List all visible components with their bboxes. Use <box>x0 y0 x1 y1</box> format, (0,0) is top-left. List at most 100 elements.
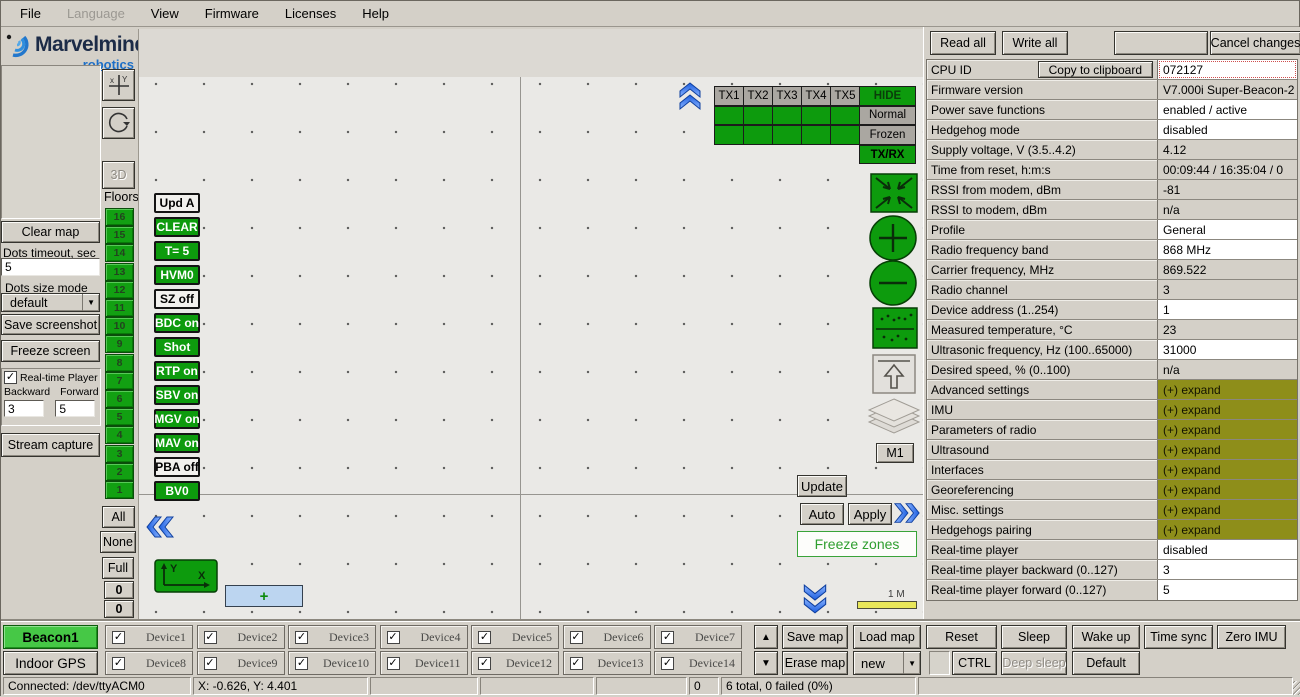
freeze-screen-button[interactable]: Freeze screen <box>1 340 100 362</box>
zoom-in-button[interactable] <box>869 215 917 261</box>
param-value[interactable]: (+) expand <box>1158 460 1297 479</box>
param-value[interactable]: (+) expand <box>1158 500 1297 519</box>
param-value[interactable]: General <box>1158 220 1297 239</box>
tx-header-tx2[interactable]: TX2 <box>743 86 773 106</box>
device-checkbox[interactable]: ✓ <box>112 631 125 644</box>
overlay-button-t-5[interactable]: T= 5 <box>154 241 200 261</box>
erase-map-button[interactable]: Erase map <box>782 651 848 675</box>
param-value[interactable]: 1 <box>1158 300 1297 319</box>
device-toggle-device8[interactable]: ✓Device8 <box>105 651 193 675</box>
device-checkbox[interactable]: ✓ <box>570 657 583 670</box>
default-button[interactable]: Default <box>1072 651 1140 675</box>
empty-button[interactable] <box>1114 31 1208 55</box>
floor-button-4[interactable]: 4 <box>105 426 134 444</box>
param-value[interactable]: 4.12 <box>1158 140 1297 159</box>
tx-cell-tx5-r2[interactable] <box>830 125 860 145</box>
param-value[interactable]: 072127 <box>1158 60 1297 79</box>
tx-header-tx4[interactable]: TX4 <box>801 86 831 106</box>
device-checkbox[interactable]: ✓ <box>661 631 674 644</box>
save-screenshot-button[interactable]: Save screenshot <box>1 314 100 335</box>
floor-button-16[interactable]: 16 <box>105 208 134 226</box>
upload-map-button[interactable] <box>872 354 916 394</box>
floor-button-10[interactable]: 10 <box>105 317 134 335</box>
param-value[interactable]: 868 MHz <box>1158 240 1297 259</box>
tx-cell-tx4-r1[interactable] <box>801 106 831 126</box>
m1-button[interactable]: M1 <box>876 443 914 463</box>
map-canvas[interactable]: Upd ACLEART= 5HVM0SZ offBDC onShotRTP on… <box>138 29 923 621</box>
device-toggle-device14[interactable]: ✓Device14 <box>654 651 742 675</box>
device-toggle-device11[interactable]: ✓Device11 <box>380 651 468 675</box>
indoor-gps-tab[interactable]: Indoor GPS <box>3 651 98 675</box>
param-value[interactable]: n/a <box>1158 360 1297 379</box>
floor-button-9[interactable]: 9 <box>105 335 134 353</box>
device-toggle-device6[interactable]: ✓Device6 <box>563 625 651 649</box>
menu-item-file[interactable]: File <box>7 1 54 26</box>
zoom-out-button[interactable] <box>869 260 917 306</box>
floor-button-1[interactable]: 1 <box>105 481 134 499</box>
map-orientation-icon[interactable]: Y X <box>154 559 218 593</box>
overlay-button-mgv-on[interactable]: MGV on <box>154 409 200 429</box>
deep-sleep-button[interactable]: Deep sleep <box>1001 651 1067 675</box>
param-value[interactable]: n/a <box>1158 200 1297 219</box>
layers-icon[interactable] <box>865 397 923 441</box>
tx-txrx-button[interactable]: TX/RX <box>859 145 916 165</box>
param-value[interactable]: (+) expand <box>1158 380 1297 399</box>
device-checkbox[interactable]: ✓ <box>661 657 674 670</box>
overlay-button-clear[interactable]: CLEAR <box>154 217 200 237</box>
apply-button[interactable]: Apply <box>848 503 892 525</box>
device-toggle-device7[interactable]: ✓Device7 <box>654 625 742 649</box>
param-value[interactable]: 23 <box>1158 320 1297 339</box>
collapse-left-icon[interactable] <box>145 512 175 542</box>
update-button[interactable]: Update <box>797 475 847 497</box>
overlay-button-upd-a[interactable]: Upd A <box>154 193 200 213</box>
device-toggle-device3[interactable]: ✓Device3 <box>288 625 376 649</box>
param-value[interactable]: V7.000i Super-Beacon-2 <box>1158 80 1297 99</box>
tx-row-label-normal[interactable]: Normal <box>859 106 916 126</box>
tx-cell-tx3-r2[interactable] <box>772 125 802 145</box>
collapse-up-icon[interactable] <box>677 81 703 111</box>
beacon-tab[interactable]: Beacon1 <box>3 625 98 649</box>
param-value[interactable]: disabled <box>1158 540 1297 559</box>
param-value[interactable]: (+) expand <box>1158 520 1297 539</box>
param-value[interactable]: 3 <box>1158 560 1297 579</box>
floors-full-button[interactable]: Full <box>102 557 134 579</box>
device-checkbox[interactable]: ✓ <box>295 631 308 644</box>
param-value[interactable]: -81 <box>1158 180 1297 199</box>
map-select[interactable]: new ▼ <box>853 651 921 675</box>
param-value[interactable]: 00:09:44 / 16:35:04 / 0 <box>1158 160 1297 179</box>
device-toggle-device12[interactable]: ✓Device12 <box>471 651 559 675</box>
copy-to-clipboard-button[interactable]: Copy to clipboard <box>1038 61 1153 78</box>
realtime-player-checkbox[interactable]: ✓ <box>4 371 17 384</box>
floors-none-button[interactable]: None <box>100 531 136 553</box>
zero-imu-button[interactable]: Zero IMU <box>1217 625 1286 649</box>
device-toggle-device4[interactable]: ✓Device4 <box>380 625 468 649</box>
tx-cell-tx2-r1[interactable] <box>743 106 773 126</box>
floor-button-11[interactable]: 11 <box>105 299 134 317</box>
param-value[interactable]: 869.522 <box>1158 260 1297 279</box>
floor-button-2[interactable]: 2 <box>105 463 134 481</box>
dots-timeout-input[interactable] <box>1 258 100 276</box>
floors-all-button[interactable]: All <box>102 506 135 528</box>
overlay-button-bdc-on[interactable]: BDC on <box>154 313 200 333</box>
backward-input[interactable] <box>4 400 44 417</box>
forward-input[interactable] <box>55 400 95 417</box>
overlay-button-pba-off[interactable]: PBA off <box>154 457 200 477</box>
tx-header-tx1[interactable]: TX1 <box>714 86 744 106</box>
device-scroll-up-button[interactable]: ▲ <box>754 625 778 649</box>
device-toggle-device1[interactable]: ✓Device1 <box>105 625 193 649</box>
floor-button-14[interactable]: 14 <box>105 244 134 262</box>
floor-button-7[interactable]: 7 <box>105 372 134 390</box>
device-checkbox[interactable]: ✓ <box>387 631 400 644</box>
overlay-button-bv0[interactable]: BV0 <box>154 481 200 501</box>
device-toggle-device5[interactable]: ✓Device5 <box>471 625 559 649</box>
floor-button-5[interactable]: 5 <box>105 408 134 426</box>
overlay-button-sbv-on[interactable]: SBV on <box>154 385 200 405</box>
sleep-button[interactable]: Sleep <box>1001 625 1067 649</box>
floor-button-12[interactable]: 12 <box>105 281 134 299</box>
device-checkbox[interactable]: ✓ <box>387 657 400 670</box>
device-toggle-device9[interactable]: ✓Device9 <box>197 651 285 675</box>
floors-zero-top-button[interactable]: 0 <box>104 581 134 599</box>
floor-button-13[interactable]: 13 <box>105 263 134 281</box>
save-map-button[interactable]: Save map <box>782 625 848 649</box>
param-value[interactable]: 5 <box>1158 580 1297 600</box>
